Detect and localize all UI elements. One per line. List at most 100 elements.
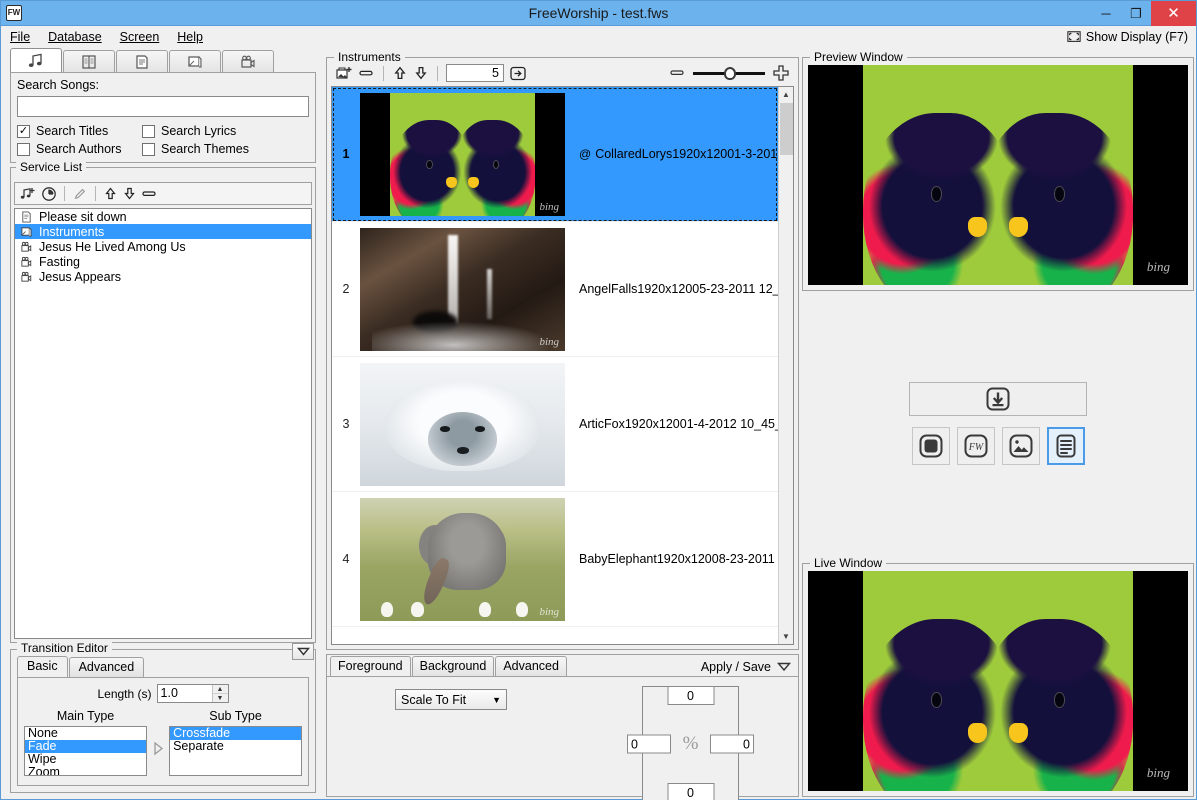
timer-icon[interactable] xyxy=(41,186,57,202)
stepper-buttons: ▲ ▼ xyxy=(211,685,228,702)
remove-icon[interactable] xyxy=(358,65,375,81)
slide-list[interactable]: 1 bing @ CollaredLorys1920x12001-3-2012 … xyxy=(331,86,794,645)
slide-thumbnail[interactable]: bing xyxy=(360,497,565,621)
search-input[interactable] xyxy=(17,96,309,117)
show-display-button[interactable]: Show Display (F7) xyxy=(1067,30,1188,44)
margin-bottom-input[interactable]: 0 xyxy=(667,783,714,800)
search-lyrics-checkbox[interactable]: Search Lyrics xyxy=(142,124,309,138)
edit-pencil-icon[interactable] xyxy=(72,186,88,202)
presentation-tab[interactable] xyxy=(169,50,221,72)
black-screen-button[interactable] xyxy=(911,427,950,465)
image-body xyxy=(389,92,536,216)
live-window-group: Live Window bing xyxy=(802,556,1194,797)
length-value[interactable]: 1.0 xyxy=(158,685,212,702)
main-type-label: Main Type xyxy=(56,709,115,723)
menu-database[interactable]: Database xyxy=(39,28,111,46)
tab-foreground[interactable]: Foreground xyxy=(330,656,411,676)
margin-right-input[interactable]: 0 xyxy=(710,734,754,754)
service-list-toolbar xyxy=(14,182,312,205)
menu-file[interactable]: File xyxy=(1,28,39,46)
add-image-icon[interactable] xyxy=(335,65,353,82)
send-to-live-button[interactable] xyxy=(909,382,1087,416)
slide-label: CollaredLorys1920x12001-3-2012 11_ xyxy=(595,147,778,161)
add-song-icon[interactable] xyxy=(20,186,37,201)
scroll-up-button[interactable]: ▲ xyxy=(778,87,793,102)
bible-tab[interactable] xyxy=(63,50,115,72)
service-list-title-row: Service List xyxy=(11,160,315,182)
plus-icon[interactable] xyxy=(772,64,790,82)
margin-top-input[interactable]: 0 xyxy=(667,686,714,705)
close-button[interactable]: ✕ xyxy=(1151,0,1196,26)
scroll-down-button[interactable]: ▼ xyxy=(778,629,793,644)
slide-row[interactable]: 4 bing BabyElephant1920x12008-23-2011 xyxy=(332,492,778,627)
main-type-list[interactable]: None Fade Wipe Zoom xyxy=(24,726,148,776)
eye-left xyxy=(426,160,433,170)
slide-row[interactable]: 2 bing AngelFalls1920x12005-23-2011 12 xyxy=(332,222,778,357)
remove-icon[interactable] xyxy=(141,186,157,201)
service-item-1[interactable]: Instruments xyxy=(15,224,311,239)
zoom-slider[interactable] xyxy=(693,66,765,80)
arcticfox-image xyxy=(360,362,565,486)
text-button[interactable] xyxy=(1046,427,1085,465)
search-themes-checkbox[interactable]: Search Themes xyxy=(142,142,309,156)
slide-number: 1 xyxy=(342,147,350,161)
tab-background[interactable]: Background xyxy=(411,656,495,676)
minus-icon[interactable] xyxy=(669,66,686,80)
image-button[interactable] xyxy=(1001,427,1040,465)
move-up-icon[interactable] xyxy=(392,65,408,81)
waterfall xyxy=(448,234,459,324)
songs-tab[interactable] xyxy=(10,48,62,72)
service-item-2[interactable]: Jesus He Lived Among Us xyxy=(15,239,311,254)
length-stepper[interactable]: 1.0 ▲ ▼ xyxy=(156,684,229,703)
menu-help-label: Help xyxy=(177,30,203,44)
margin-left-input[interactable]: 0 xyxy=(627,734,671,754)
media-tab[interactable] xyxy=(222,50,274,72)
stepper-down-button[interactable]: ▼ xyxy=(213,694,228,702)
scale-mode-select[interactable]: Scale To Fit ▼ xyxy=(395,689,507,710)
transition-collapse-button[interactable] xyxy=(292,643,314,660)
service-item-3[interactable]: Fasting xyxy=(15,254,311,269)
service-item-4[interactable]: Jesus Appears xyxy=(15,269,311,284)
left-panel: Search Songs: ✓ Search Titles Search Lyri… xyxy=(3,48,323,797)
watermark: bing xyxy=(1146,259,1170,274)
scrollbar-thumb[interactable] xyxy=(779,103,793,155)
service-list[interactable]: Please sit down Instruments Jesus He Liv… xyxy=(14,208,312,639)
slide-thumbnail[interactable] xyxy=(360,362,565,486)
goto-slide-icon[interactable] xyxy=(509,65,527,82)
slide-thumbnail[interactable]: bing xyxy=(360,227,565,351)
search-authors-checkbox[interactable]: Search Authors xyxy=(17,142,142,156)
beak-right xyxy=(1008,216,1028,237)
service-item-0[interactable]: Please sit down xyxy=(15,209,311,224)
search-titles-checkbox[interactable]: ✓ Search Titles xyxy=(17,124,142,138)
tab-basic[interactable]: Basic xyxy=(17,656,68,677)
maximize-button[interactable]: ❐ xyxy=(1121,1,1151,26)
minimize-button[interactable]: ─ xyxy=(1091,1,1121,26)
document-icon xyxy=(19,210,34,223)
sub-type-option-separate[interactable]: Separate xyxy=(170,740,301,753)
main-type-option-zoom[interactable]: Zoom xyxy=(25,766,146,776)
move-up-icon[interactable] xyxy=(103,186,118,201)
stepper-up-button[interactable]: ▲ xyxy=(212,685,228,694)
logo-button[interactable]: FW xyxy=(956,427,995,465)
tab-advanced[interactable]: Advanced xyxy=(495,656,567,676)
video-camera-icon xyxy=(19,255,34,268)
tab-advanced[interactable]: Advanced xyxy=(68,657,145,677)
menu-screen[interactable]: Screen xyxy=(111,28,169,46)
zoom-slider-handle[interactable] xyxy=(724,66,736,80)
text-tab[interactable] xyxy=(116,50,168,72)
sub-type-list[interactable]: Crossfade Separate xyxy=(169,726,302,776)
sub-type-column: Sub Type Crossfade Separate xyxy=(169,709,302,776)
zoom-controls xyxy=(669,64,790,82)
move-down-icon[interactable] xyxy=(413,65,429,81)
preview-screen[interactable]: bing xyxy=(808,65,1188,285)
slide-list-scrollbar[interactable]: ▲ ▼ xyxy=(778,87,793,644)
move-down-icon[interactable] xyxy=(122,186,137,201)
slide-row[interactable]: 3 ArticFox1920x12001-4-2012 10_45 xyxy=(332,357,778,492)
menu-help[interactable]: Help xyxy=(168,28,212,46)
slide-count-input[interactable]: 5 xyxy=(446,64,504,82)
slide-thumbnail[interactable]: bing xyxy=(360,92,565,216)
live-screen[interactable]: bing xyxy=(808,571,1188,791)
apply-save-button[interactable]: Apply / Save xyxy=(701,660,791,676)
letterbox-right xyxy=(1132,571,1188,791)
slide-row[interactable]: 1 bing @ CollaredLorys1920x12001-3-2012 xyxy=(332,87,778,222)
